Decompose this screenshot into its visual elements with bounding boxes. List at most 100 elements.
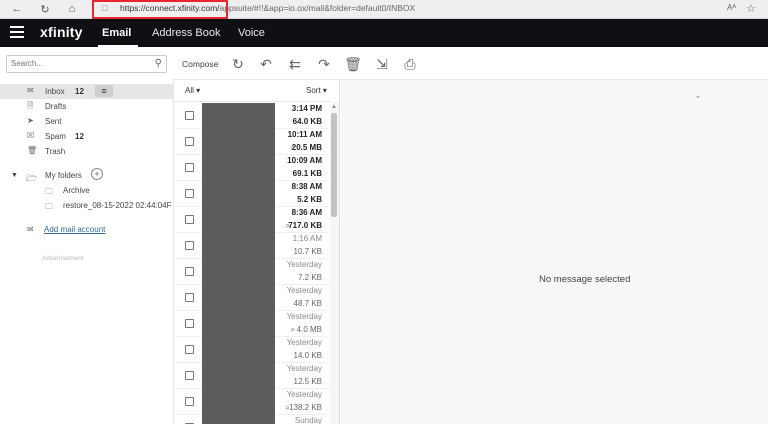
message-date: 8:38 AM (291, 182, 322, 191)
compose-button[interactable]: Compose (182, 59, 218, 69)
message-checkbox[interactable] (185, 293, 194, 302)
message-list: All ▾ Sort ▾ 3:14 PM 64.0 KB 10:11 AM 20.5 … (173, 80, 340, 424)
message-date: Yesterday (286, 338, 322, 347)
url-highlight-box (92, 0, 228, 19)
no-message-selected: No message selected (539, 274, 631, 285)
browser-toolbar: ← ↻ ⌂ □ https://connect.xfinity.com/apps… (0, 0, 768, 19)
message-size: 14.0 KB (293, 351, 322, 360)
mouse-cursor-icon: ⌖ (696, 94, 700, 101)
scrollbar-thumb[interactable] (331, 113, 337, 217)
collapse-caret-icon[interactable]: ▼ (11, 172, 18, 179)
scroll-up-icon[interactable]: ▲ (331, 104, 337, 110)
move-icon[interactable]: ⇲ (373, 55, 391, 73)
reload-icon[interactable]: ↻ (37, 2, 53, 16)
unread-count: 12 (75, 132, 84, 141)
folder-label: Drafts (45, 102, 67, 111)
favorite-star-icon[interactable]: ☆ (746, 2, 756, 15)
message-date: Yesterday (286, 390, 322, 399)
back-icon[interactable]: ← (9, 2, 25, 16)
message-size: 64.0 KB (292, 117, 322, 126)
message-size: 20.5 MB (291, 143, 322, 152)
message-date: Sunday (294, 416, 322, 424)
add-folder-button[interactable]: + (91, 168, 103, 180)
message-checkbox[interactable] (185, 163, 194, 172)
advertisement-label: Advertisement (42, 255, 84, 262)
message-size: 69.1 KB (292, 169, 322, 178)
search-input[interactable] (11, 59, 141, 68)
hamburger-menu-icon[interactable] (10, 26, 24, 38)
add-mail-account-link[interactable]: Add mail account (44, 225, 105, 234)
sidebar-item-spam[interactable]: ☒ Spam 12 (0, 129, 173, 144)
trash-icon: 🗑 (27, 146, 38, 155)
tab-email[interactable]: Email (102, 27, 131, 39)
spam-icon: ☒ (27, 131, 35, 140)
message-checkbox[interactable] (185, 137, 194, 146)
sort-dropdown[interactable]: Sort ▾ (306, 86, 327, 95)
home-icon[interactable]: ⌂ (64, 2, 80, 16)
message-checkbox[interactable] (185, 319, 194, 328)
forward-icon[interactable]: ↷ (315, 55, 333, 73)
sort-label: Sort (306, 86, 321, 95)
attachment-icon: ⌕ (290, 325, 295, 334)
search-icon[interactable]: ⚲ (155, 58, 162, 69)
folder-icon: 🗀 (45, 187, 53, 196)
sidebar-item-drafts[interactable]: 🗎 Drafts (0, 99, 173, 114)
message-date: 10:09 AM (287, 156, 322, 165)
unread-count: 12 (75, 87, 84, 96)
message-checkbox[interactable] (185, 241, 194, 250)
message-date: Yesterday (286, 286, 322, 295)
message-size: 138.2 KB (289, 403, 322, 412)
folder-label: Trash (45, 147, 66, 156)
search-box[interactable]: ⚲ (6, 55, 167, 73)
sidebar-item-trash[interactable]: 🗑 Trash (0, 144, 173, 159)
refresh-icon[interactable]: ↻ (229, 55, 247, 73)
print-icon[interactable]: ⎙ (401, 55, 419, 73)
folder-options-icon[interactable]: ≡ (95, 85, 113, 97)
filter-label: All (185, 86, 194, 95)
folder-label: Inbox (45, 87, 65, 96)
message-size: 7.2 KB (297, 273, 322, 282)
folder-open-icon: 🗁 (26, 173, 38, 183)
message-size: 4.0 MB (296, 325, 322, 334)
mail-account-icon: ✉ (27, 225, 34, 234)
app-header: xfinity Email Address Book Voice (0, 19, 768, 47)
reply-all-icon[interactable]: ⇇ (286, 55, 304, 73)
message-size: 48.7 KB (293, 299, 322, 308)
message-date: Yesterday (286, 260, 322, 269)
reply-icon[interactable]: ↶ (257, 55, 275, 73)
message-date: 3:14 PM (291, 104, 322, 113)
message-date: Yesterday (286, 312, 322, 321)
divider (174, 101, 331, 102)
sent-icon: ➤ (27, 116, 34, 125)
message-checkbox[interactable] (185, 215, 194, 224)
attachment-icon: ⌕ (285, 221, 290, 230)
message-checkbox[interactable] (185, 189, 194, 198)
tab-address-book[interactable]: Address Book (152, 27, 220, 39)
reading-pane: No message selected (341, 80, 768, 424)
sidebar-item-inbox[interactable]: ✉ Inbox 12 ≡ (0, 84, 173, 99)
delete-icon[interactable]: 🗑 (344, 55, 362, 73)
xfinity-logo[interactable]: xfinity (40, 24, 83, 40)
filter-dropdown[interactable]: All ▾ (185, 86, 200, 95)
message-date: 10:11 AM (287, 130, 322, 139)
message-checkbox[interactable] (185, 397, 194, 406)
sidebar: ⚲ ✉ Inbox 12 ≡ 🗎 Drafts ➤ Sent ☒ Spam 12… (0, 47, 173, 424)
message-size: 5.2 KB (297, 195, 322, 204)
message-checkbox[interactable] (185, 267, 194, 276)
folder-label: Spam (45, 132, 66, 141)
attachment-icon: ⌕ (290, 143, 295, 152)
attachment-icon: ⌕ (285, 403, 290, 412)
folder-icon: 🗀 (45, 202, 53, 211)
message-date: Yesterday (286, 364, 322, 373)
folder-label: Archive (63, 186, 90, 195)
folder-label: Sent (45, 117, 62, 126)
redacted-sender-subject (202, 103, 275, 424)
message-checkbox[interactable] (185, 371, 194, 380)
tab-voice[interactable]: Voice (238, 27, 265, 39)
reader-mode-icon[interactable]: Aᴬ (727, 3, 736, 12)
message-checkbox[interactable] (185, 345, 194, 354)
message-checkbox[interactable] (185, 111, 194, 120)
message-date: 8:36 AM (291, 208, 322, 217)
my-folders-label[interactable]: My folders (45, 171, 82, 180)
sidebar-item-sent[interactable]: ➤ Sent (0, 114, 173, 129)
